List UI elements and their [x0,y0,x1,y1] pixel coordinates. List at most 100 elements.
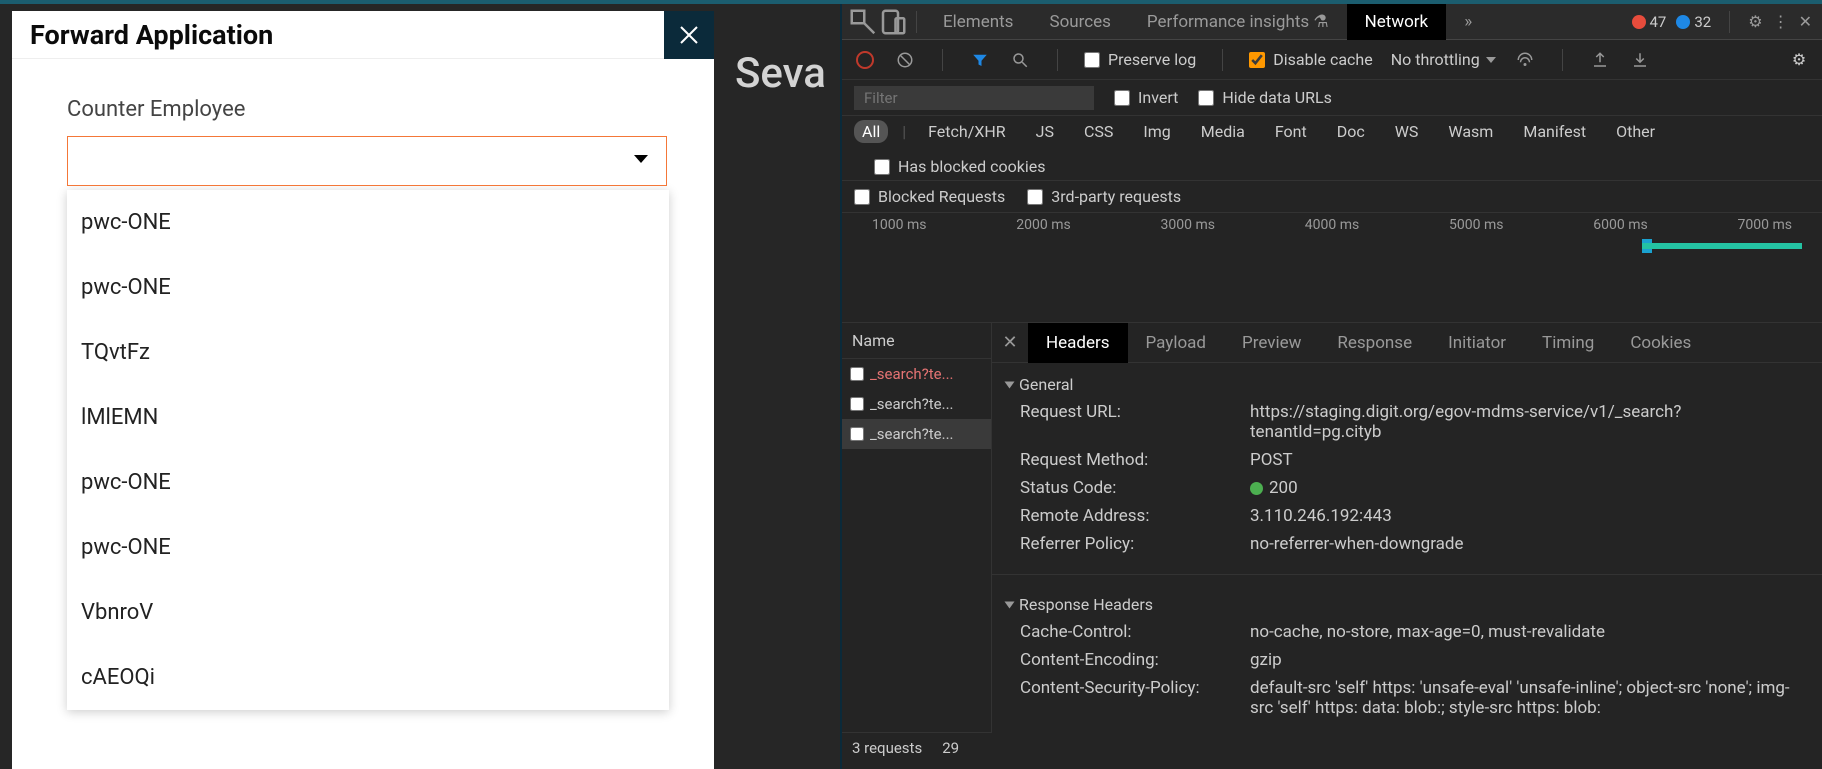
label-content-encoding: Content-Encoding: [1020,650,1250,670]
tab-network[interactable]: Network [1347,4,1447,40]
value-csp: default-src 'self' https: 'unsafe-eval' … [1250,678,1808,718]
detail-tab-cookies[interactable]: Cookies [1612,323,1709,363]
record-button[interactable] [854,49,876,71]
section-general-toggle[interactable]: General [1006,371,1808,398]
request-row[interactable]: _search?te... [842,389,991,419]
value-status-code: 200 [1250,478,1808,498]
network-toolbar: Preserve log Disable cache No throttling… [842,40,1822,80]
info-dot-icon [1676,15,1690,29]
invert-checkbox[interactable]: Invert [1114,88,1178,107]
hide-data-urls-checkbox[interactable]: Hide data URLs [1198,88,1332,107]
type-js[interactable]: JS [1028,120,1062,143]
upload-har-icon[interactable] [1589,49,1611,71]
network-conditions-icon[interactable] [1514,49,1536,71]
detail-tab-headers[interactable]: Headers [1028,323,1128,363]
dropdown-option[interactable]: TQvtFz [67,320,669,385]
close-devtools-icon[interactable]: ✕ [1799,12,1812,31]
error-badge[interactable]: 47 [1632,13,1667,31]
tab-elements[interactable]: Elements [925,4,1031,40]
timeline-tick: 5000 ms [1449,217,1503,233]
dropdown-option[interactable]: lMlEMN [67,385,669,450]
detail-tab-timing[interactable]: Timing [1524,323,1612,363]
detail-tab-response[interactable]: Response [1319,323,1430,363]
preserve-log-checkbox[interactable]: Preserve log [1084,50,1196,69]
value-remote-address: 3.110.246.192:443 [1250,506,1808,526]
request-row[interactable]: _search?te... [842,419,991,449]
inspect-icon[interactable] [848,7,878,37]
download-har-icon[interactable] [1629,49,1651,71]
third-party-checkbox[interactable]: 3rd-party requests [1027,187,1181,206]
search-icon[interactable] [1009,49,1031,71]
value-request-url: https://staging.digit.org/egov-mdms-serv… [1250,402,1808,442]
disclosure-triangle-icon [1005,381,1015,388]
request-detail: ✕ Headers Payload Preview Response Initi… [992,323,1822,763]
timeline-tick: 3000 ms [1161,217,1215,233]
type-wasm[interactable]: Wasm [1440,120,1501,143]
value-request-method: POST [1250,450,1808,470]
dropdown-option[interactable]: cAEOQi [67,645,669,710]
type-other[interactable]: Other [1608,120,1663,143]
status-dot-icon [1250,482,1263,495]
counter-employee-select[interactable] [67,136,667,186]
type-media[interactable]: Media [1193,120,1253,143]
modal-title: Forward Application [12,19,273,51]
has-blocked-cookies-checkbox[interactable]: Has blocked cookies [874,157,1046,176]
dropdown-option[interactable]: VbnroV [67,580,669,645]
label-request-url: Request URL: [1020,402,1250,442]
filter-icon[interactable] [969,49,991,71]
counter-employee-dropdown[interactable]: pwc-ONE pwc-ONE TQvtFz lMlEMN pwc-ONE pw… [67,190,669,710]
detail-tab-initiator[interactable]: Initiator [1430,323,1524,363]
resource-type-filters: All | Fetch/XHR JS CSS Img Media Font Do… [842,116,1822,181]
request-row[interactable]: _search?te... [842,359,991,389]
type-img[interactable]: Img [1135,120,1178,143]
blocked-requests-checkbox[interactable]: Blocked Requests [854,187,1005,206]
timeline-activity [1642,243,1802,249]
gear-icon[interactable]: ⚙ [1788,49,1810,71]
request-list-footer: 3 requests 29 [842,732,992,763]
type-css[interactable]: CSS [1076,120,1121,143]
devtools-tabbar: Elements Sources Performance insights ⚗ … [842,4,1822,40]
detail-tab-preview[interactable]: Preview [1224,323,1319,363]
flask-icon: ⚗ [1313,12,1328,32]
detail-tab-payload[interactable]: Payload [1128,323,1224,363]
error-dot-icon [1632,15,1646,29]
chevron-down-icon [634,155,648,163]
dropdown-option[interactable]: pwc-ONE [67,190,669,255]
type-all[interactable]: All [854,120,888,143]
more-tabs[interactable]: » [1446,4,1490,40]
device-icon[interactable] [878,7,908,37]
dropdown-option[interactable]: pwc-ONE [67,515,669,580]
kebab-menu-icon[interactable]: ⋮ [1773,12,1789,31]
type-font[interactable]: Font [1267,120,1315,143]
filter-input[interactable] [854,86,1094,110]
disclosure-triangle-icon [1005,601,1015,608]
dropdown-option[interactable]: pwc-ONE [67,255,669,320]
type-ws[interactable]: WS [1387,120,1427,143]
type-manifest[interactable]: Manifest [1515,120,1594,143]
tab-sources[interactable]: Sources [1031,4,1128,40]
network-timeline[interactable]: 1000 ms 2000 ms 3000 ms 4000 ms 5000 ms … [842,213,1822,323]
tab-performance-insights[interactable]: Performance insights ⚗ [1129,4,1347,40]
clear-button[interactable] [894,49,916,71]
label-status-code: Status Code: [1020,478,1250,498]
section-response-headers-toggle[interactable]: Response Headers [1006,591,1808,618]
request-list-header[interactable]: Name [842,323,991,359]
close-button[interactable] [664,11,714,59]
counter-employee-label: Counter Employee [67,97,659,122]
chevron-down-icon [1486,57,1496,63]
value-content-encoding: gzip [1250,650,1808,670]
devtools-panel: Elements Sources Performance insights ⚗ … [842,4,1822,769]
close-detail-button[interactable]: ✕ [992,332,1028,353]
type-fetchxhr[interactable]: Fetch/XHR [920,120,1014,143]
value-referrer-policy: no-referrer-when-downgrade [1250,534,1808,554]
close-icon [677,23,701,47]
throttling-select[interactable]: No throttling [1391,50,1496,69]
type-doc[interactable]: Doc [1329,120,1373,143]
warning-badge[interactable]: 32 [1676,13,1711,31]
brand-text: Seva [735,49,826,98]
dropdown-option[interactable]: pwc-ONE [67,450,669,515]
label-csp: Content-Security-Policy: [1020,678,1250,718]
timeline-tick: 7000 ms [1738,217,1792,233]
settings-icon[interactable]: ⚙ [1748,12,1762,31]
disable-cache-checkbox[interactable]: Disable cache [1249,50,1372,69]
